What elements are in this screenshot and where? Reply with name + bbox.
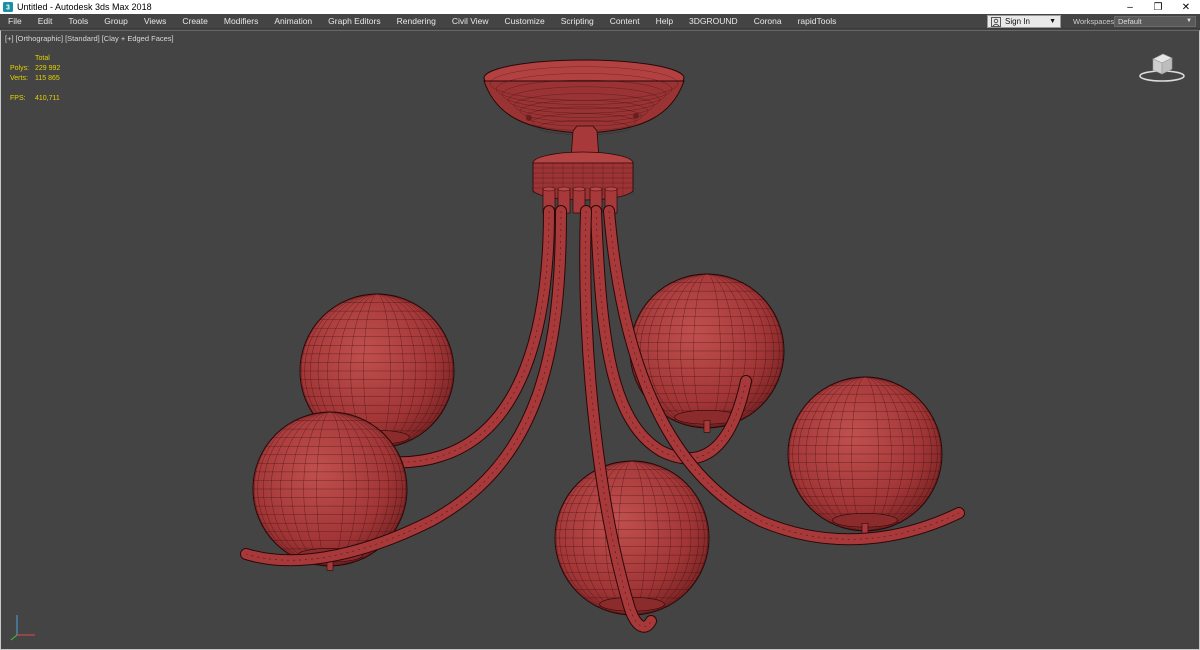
fps-label: FPS: [10,95,26,102]
menu-scripting[interactable]: Scripting [553,14,602,29]
menu-file[interactable]: File [0,14,30,29]
sign-in-dropdown[interactable]: Sign In ▼ [987,15,1061,28]
user-icon [991,16,1001,27]
verts-value: 115 865 [35,75,60,82]
restore-icon: ❐ [1153,1,1163,13]
canopy-screw [526,115,532,121]
viewcube-icon[interactable] [1137,49,1187,85]
menu-create[interactable]: Create [174,14,216,29]
minimize-button[interactable]: – [1116,0,1144,14]
chevron-down-icon: ▼ [1049,18,1056,25]
workspaces-label: Workspaces: [1073,17,1117,26]
workspaces-value: Default [1118,17,1142,26]
menu-views[interactable]: Views [136,14,175,29]
menu-corona[interactable]: Corona [746,14,790,29]
canopy-screw [633,113,639,119]
menu-customize[interactable]: Customize [497,14,553,29]
window-controls: – ❐ ✕ [1116,0,1200,14]
viewport-statistics: Total Polys: 229 992 Verts: 115 865 FPS: 41… [10,54,60,104]
verts-label: Verts: [10,75,28,82]
menu-rapidtools[interactable]: rapidTools [790,14,845,29]
arm-socket-cap [604,186,618,192]
menu-content[interactable]: Content [602,14,648,29]
arm-socket-cap [542,186,556,192]
menu-edit[interactable]: Edit [30,14,61,29]
close-button[interactable]: ✕ [1172,0,1200,14]
axis-tripod-icon [10,615,35,641]
app-window: 3 Untitled - Autodesk 3ds Max 2018 – ❐ ✕… [0,0,1200,650]
viewport-shading-standard[interactable]: [Standard] [65,34,100,43]
arm-socket-cap [557,186,571,192]
workspaces-select[interactable]: Default ▼ [1114,16,1196,27]
close-icon: ✕ [1181,1,1191,13]
menu-items: File Edit Tools Group Views Create Modifiers An… [0,14,844,29]
menu-civil-view[interactable]: Civil View [444,14,497,29]
fps-value: 410,711 [35,95,60,102]
polys-value: 229 992 [35,65,61,72]
stats-header: Total [35,55,50,62]
perspective-viewport[interactable]: [+] [Orthographic] [Standard] [Clay + Edged… [0,30,1200,650]
menu-animation[interactable]: Animation [266,14,320,29]
menu-group[interactable]: Group [96,14,136,29]
menu-help[interactable]: Help [648,14,681,29]
menu-3dground[interactable]: 3DGROUND [681,14,746,29]
menu-tools[interactable]: Tools [60,14,96,29]
viewport-plus-menu[interactable]: [+] [5,34,14,43]
viewport-label[interactable]: [+] [Orthographic] [Standard] [Clay + Edged… [5,34,176,43]
arm-socket-cap [572,186,586,192]
3dsmax-app-icon: 3 [3,2,13,12]
polys-label: Polys: [10,65,30,72]
menu-graph-editors[interactable]: Graph Editors [320,14,388,29]
minimize-icon: – [1127,1,1133,13]
viewport-display-mode[interactable]: [Clay + Edged Faces] [102,34,174,43]
chevron-down-icon: ▼ [1186,18,1192,24]
menu-modifiers[interactable]: Modifiers [216,14,266,29]
globe-stem [703,419,711,433]
viewport-point-of-view[interactable]: [Orthographic] [16,34,64,43]
menu-rendering[interactable]: Rendering [389,14,444,29]
restore-button[interactable]: ❐ [1144,0,1172,14]
sign-in-label: Sign In [1005,17,1030,26]
globe-right [787,376,943,536]
window-title: Untitled - Autodesk 3ds Max 2018 [17,2,152,12]
menu-bar: File Edit Tools Group Views Create Modifiers An… [0,14,1200,29]
arm-socket-cap [589,186,603,192]
chandelier-model[interactable] [1,31,1199,649]
svg-text:3: 3 [6,5,10,12]
title-bar: 3 Untitled - Autodesk 3ds Max 2018 – ❐ ✕ [0,0,1200,14]
